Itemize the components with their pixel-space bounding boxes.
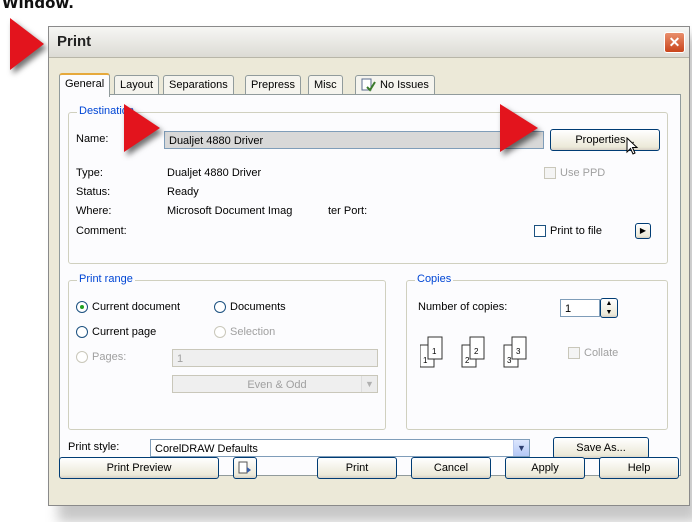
collate-pages-icon: 1 1 2 2 3 3 [420, 336, 527, 368]
where-value: Microsoft Document Imag [167, 205, 293, 217]
collate-label: Collate [584, 347, 619, 359]
preview-options-icon [238, 461, 251, 474]
svg-text:1: 1 [432, 347, 437, 356]
current-document-label: Current document [92, 301, 181, 313]
properties-button[interactable]: Properties... [550, 129, 660, 151]
svg-text:2: 2 [474, 347, 479, 356]
status-label: Status: [76, 186, 111, 198]
tab-general[interactable]: General [59, 73, 111, 97]
use-ppd-label: Use PPD [560, 167, 606, 179]
copies-group-label: Copies [415, 273, 454, 285]
current-page-label: Current page [92, 326, 157, 338]
tab-prepress[interactable]: Prepress [245, 75, 302, 94]
tab-separations[interactable]: Separations [163, 75, 234, 94]
selection-label: Selection [230, 326, 276, 338]
current-page-radio[interactable] [76, 326, 88, 338]
svg-text:3: 3 [516, 347, 521, 356]
spin-down-icon: ▼ [605, 309, 613, 316]
print-style-label: Print style: [68, 441, 120, 453]
window-title: Print [57, 33, 92, 50]
svg-text:3: 3 [507, 356, 512, 365]
documents-radio[interactable] [214, 301, 226, 313]
cancel-button[interactable]: Cancel [411, 457, 491, 479]
preview-options-button[interactable] [233, 457, 257, 479]
print-preview-button[interactable]: Print Preview [59, 457, 219, 479]
svg-text:1: 1 [423, 356, 428, 365]
callout-arrow-name [124, 104, 160, 152]
callout-arrow-title [10, 18, 44, 70]
svg-text:2: 2 [465, 356, 470, 365]
printer-name-select[interactable]: Dualjet 4880 Driver [164, 131, 544, 149]
port-label: ter Port: [328, 205, 368, 217]
doc-check-icon [361, 78, 376, 92]
tab-layout[interactable]: Layout [114, 75, 160, 94]
even-odd-value: Even & Odd [247, 379, 307, 391]
print-style-value: CorelDRAW Defaults [155, 443, 258, 455]
print-range-group-label: Print range [77, 273, 135, 285]
where-label: Where: [76, 205, 112, 217]
pages-radio[interactable] [76, 351, 88, 363]
chevron-down-icon: ▼ [513, 440, 529, 456]
apply-button[interactable]: Apply [505, 457, 585, 479]
chevron-down-icon: ▼ [361, 376, 377, 392]
print-to-file-label: Print to file [550, 225, 602, 237]
current-document-radio[interactable] [76, 301, 88, 313]
pages-input[interactable]: 1 [172, 349, 378, 367]
selection-radio[interactable] [214, 326, 226, 338]
tab-misc[interactable]: Misc [308, 75, 343, 94]
tab-no-issues[interactable]: No Issues [355, 75, 435, 94]
comment-label: Comment: [76, 225, 127, 237]
mouse-cursor-icon [626, 137, 639, 155]
print-style-select[interactable]: CorelDRAW Defaults ▼ [150, 439, 530, 457]
even-odd-select[interactable]: Even & Odd ▼ [172, 375, 378, 393]
print-dialog: Print ✕ General Layout Separations Prepr… [48, 26, 690, 506]
arrow-right-icon: ▶ [639, 226, 647, 235]
close-icon[interactable]: ✕ [664, 32, 685, 53]
type-label: Type: [76, 167, 103, 179]
documents-label: Documents [230, 301, 286, 313]
tab-no-issues-label: No Issues [380, 79, 429, 91]
pages-label: Pages: [92, 351, 127, 363]
help-button[interactable]: Help [599, 457, 679, 479]
use-ppd-checkbox[interactable] [544, 167, 556, 179]
print-to-file-options-button[interactable]: ▶ [635, 223, 651, 239]
save-as-button[interactable]: Save As... [553, 437, 649, 459]
page-caption: Window. [2, 0, 75, 12]
copies-input[interactable]: 1 [560, 299, 600, 317]
print-to-file-checkbox[interactable] [534, 225, 546, 237]
callout-arrow-properties [500, 104, 538, 152]
name-label: Name: [76, 133, 109, 145]
spin-up-icon: ▲ [605, 300, 613, 307]
print-button[interactable]: Print [317, 457, 397, 479]
collate-checkbox[interactable] [568, 347, 580, 359]
title-bar: Print ✕ [49, 27, 689, 58]
status-value: Ready [167, 186, 199, 198]
copies-spinner[interactable]: ▲ ▼ [600, 298, 618, 318]
type-value: Dualjet 4880 Driver [167, 167, 262, 179]
number-of-copies-label: Number of copies: [418, 301, 508, 313]
